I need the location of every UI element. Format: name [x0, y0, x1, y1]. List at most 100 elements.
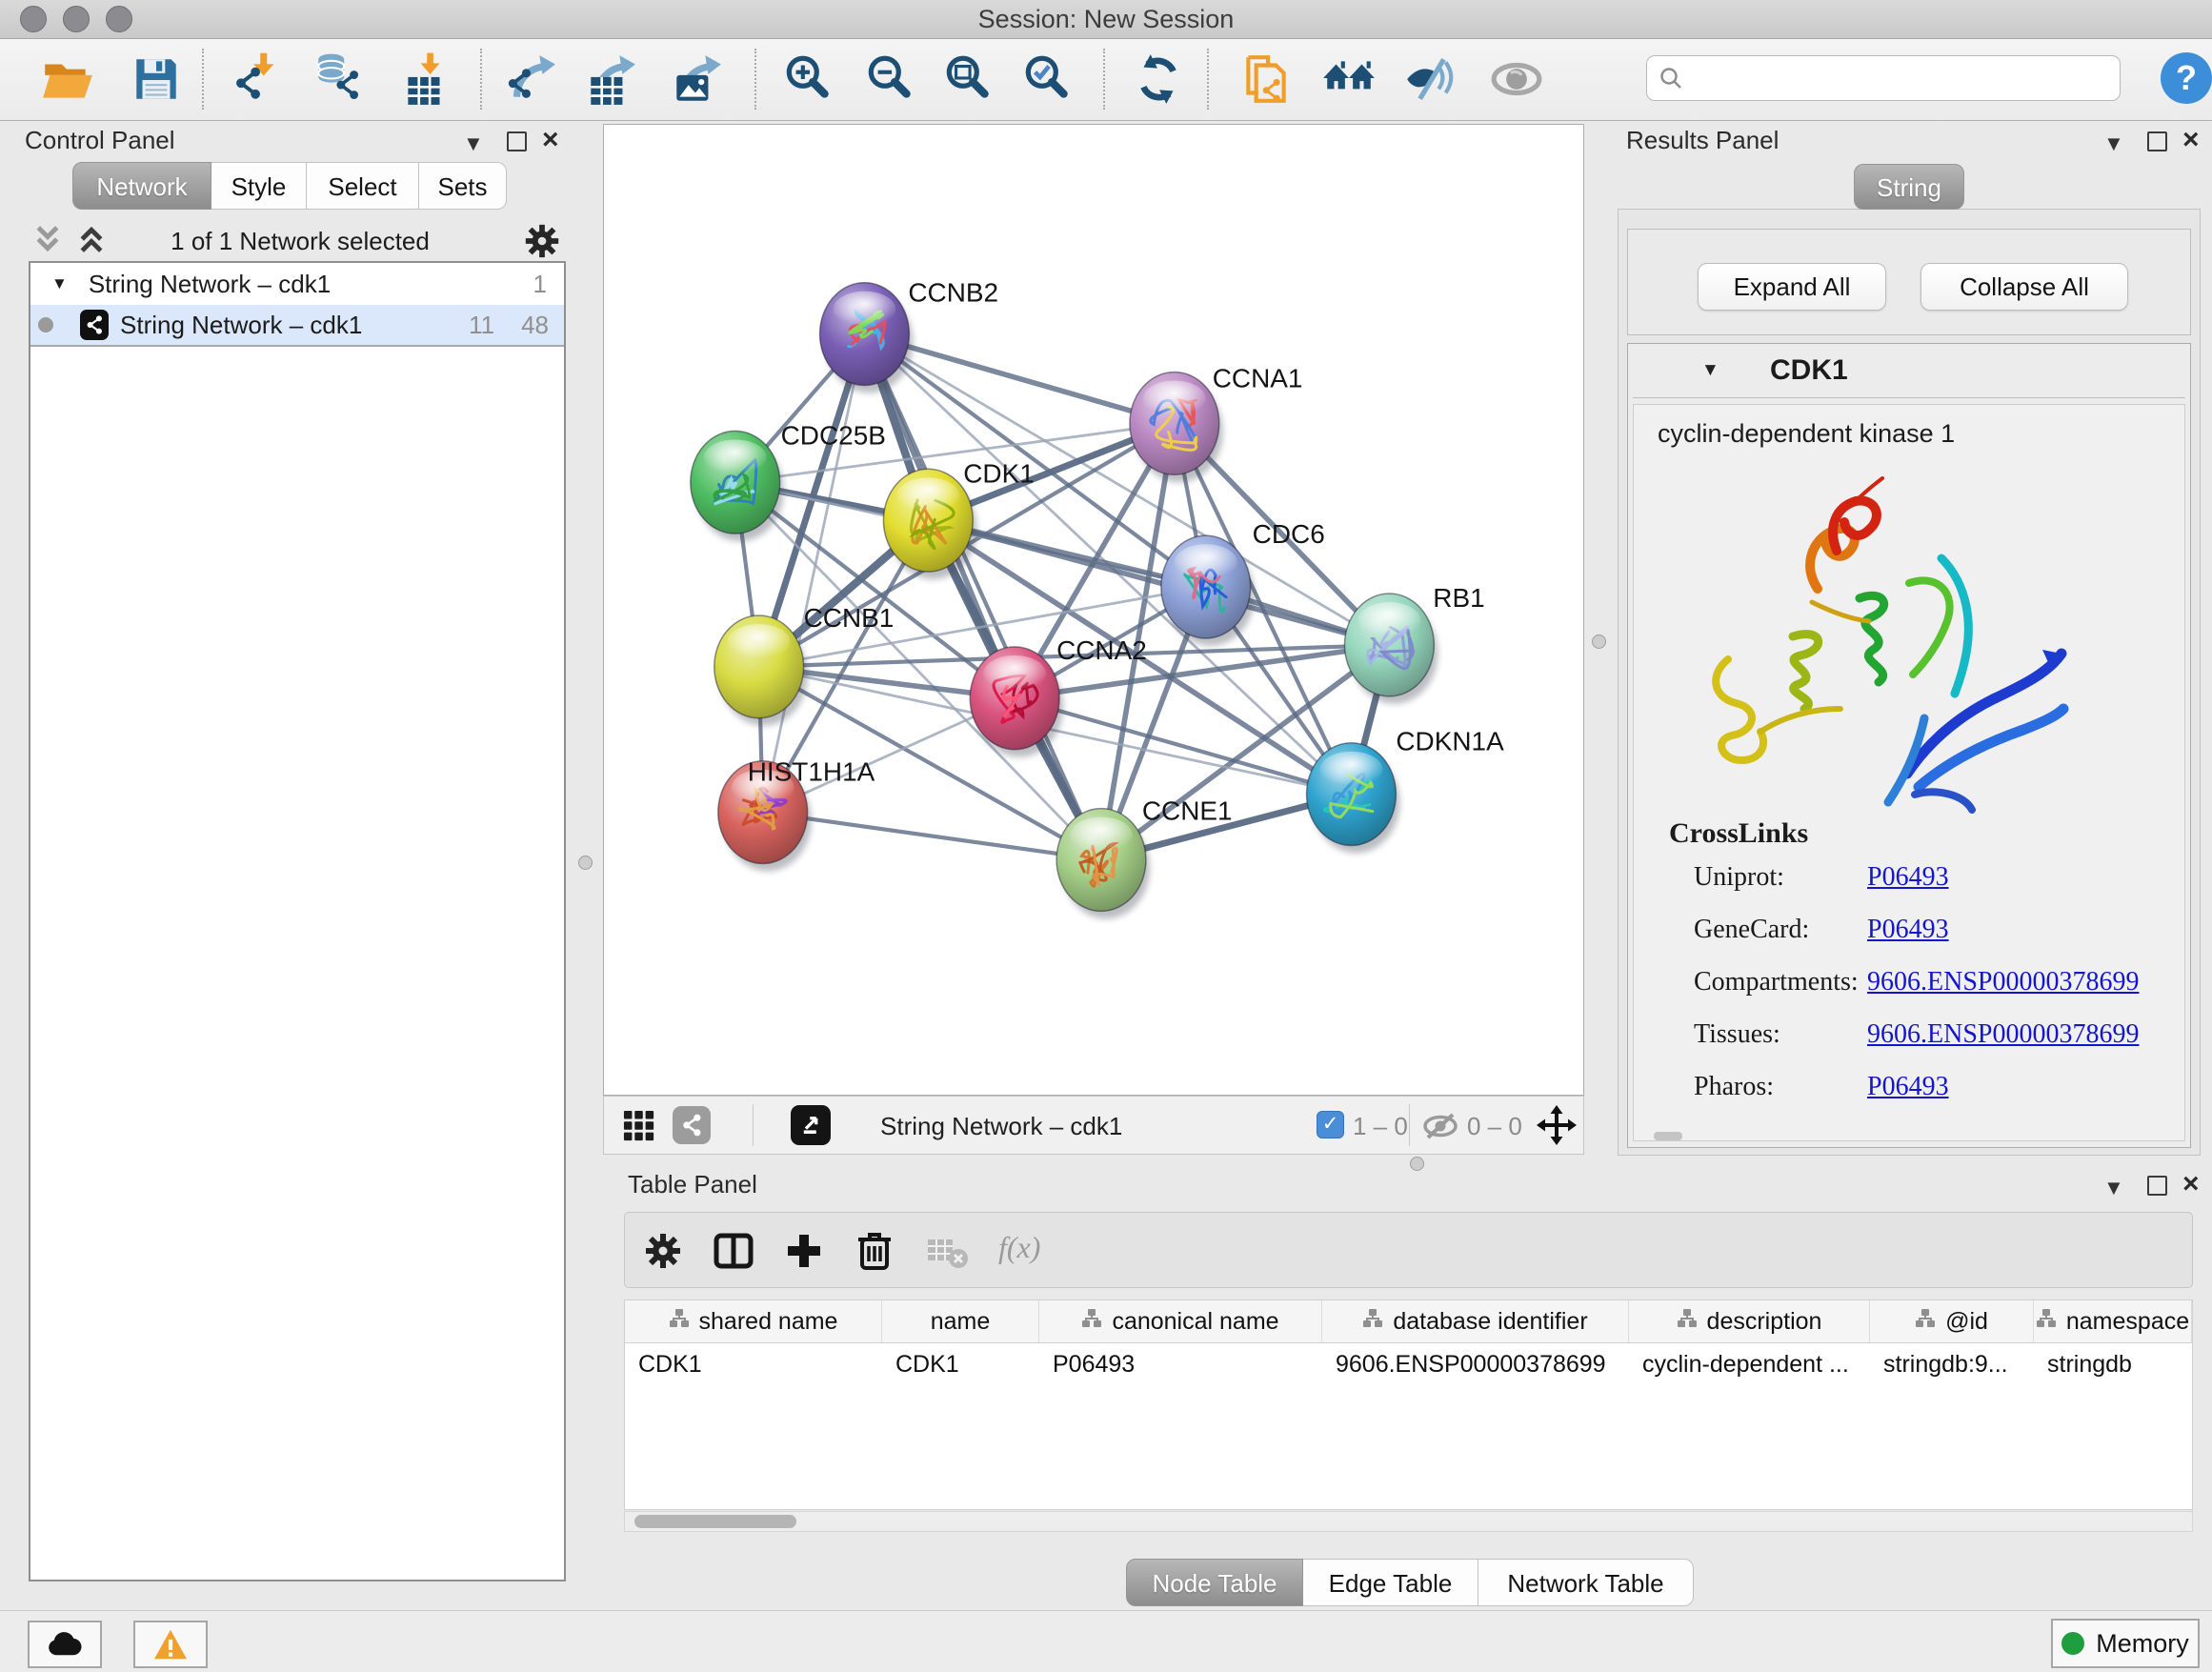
- add-column-icon[interactable]: [783, 1230, 825, 1277]
- column-header-shared-name[interactable]: shared name: [625, 1300, 882, 1342]
- network-options-gear-icon[interactable]: [522, 221, 562, 266]
- results-panel-menu-arrow-icon[interactable]: ▼: [2103, 133, 2124, 154]
- help-button[interactable]: ?: [2161, 52, 2212, 104]
- crosslink-link[interactable]: P06493: [1867, 915, 1949, 944]
- import-table-icon[interactable]: [398, 51, 453, 107]
- split-columns-icon[interactable]: [713, 1230, 754, 1277]
- collapse-all-networks-icon[interactable]: [32, 223, 63, 260]
- tab-string[interactable]: String: [1854, 164, 1964, 210]
- network-edge[interactable]: [763, 334, 865, 813]
- scrollbar-thumb[interactable]: [634, 1515, 796, 1528]
- warning-icon: [152, 1628, 189, 1661]
- table-cell[interactable]: cyclin-dependent ...: [1629, 1343, 1870, 1385]
- column-header-database-identifier[interactable]: database identifier: [1322, 1300, 1629, 1342]
- table-cell[interactable]: 9606.ENSP00000378699: [1322, 1343, 1629, 1385]
- network-node[interactable]: CCNE1: [1056, 796, 1233, 919]
- hide-panel-eye-icon[interactable]: [1403, 51, 1458, 107]
- network-edge[interactable]: [763, 813, 1101, 860]
- results-panel-float-icon[interactable]: [2147, 131, 2167, 151]
- tab-network[interactable]: Network: [72, 162, 211, 210]
- zoom-selected-icon[interactable]: [1019, 51, 1075, 107]
- column-header-name[interactable]: name: [882, 1300, 1039, 1342]
- table-cell[interactable]: CDK1: [625, 1343, 882, 1385]
- gene-section-arrow-icon[interactable]: ▼: [1701, 360, 1719, 381]
- zoom-out-icon[interactable]: [862, 51, 917, 107]
- control-panel-close-icon[interactable]: ×: [542, 128, 559, 152]
- bottom-splitter-handle[interactable]: [1410, 1157, 1424, 1171]
- zoom-fit-icon[interactable]: [940, 51, 995, 107]
- warning-status-button[interactable]: [133, 1621, 208, 1668]
- search-input[interactable]: [1683, 64, 2087, 92]
- birds-eye-view-icon[interactable]: [1536, 1104, 1578, 1151]
- network-edge[interactable]: [864, 334, 1101, 860]
- table-tabbar: Node Table Edge Table Network Table: [1126, 1559, 1694, 1606]
- memory-button[interactable]: Memory: [2051, 1619, 2200, 1668]
- table-cell[interactable]: CDK1: [882, 1343, 1039, 1385]
- show-panel-eye-icon[interactable]: [1489, 51, 1544, 107]
- tab-node-table[interactable]: Node Table: [1126, 1559, 1303, 1606]
- crosslink-link[interactable]: P06493: [1867, 862, 1949, 892]
- tab-network-table[interactable]: Network Table: [1478, 1559, 1694, 1606]
- expand-all-button[interactable]: Expand All: [1698, 263, 1886, 311]
- table-cell[interactable]: stringdb:9...: [1870, 1343, 2034, 1385]
- memory-status-dot-icon: [2061, 1632, 2084, 1655]
- tab-style[interactable]: Style: [211, 162, 307, 210]
- save-session-icon[interactable]: [129, 51, 184, 107]
- export-image-icon[interactable]: [669, 51, 724, 107]
- tab-sets[interactable]: Sets: [419, 162, 507, 210]
- network-status-dot-icon: [38, 317, 53, 332]
- scrollbar-thumb[interactable]: [1654, 1132, 1682, 1140]
- results-panel-close-icon[interactable]: ×: [2182, 128, 2200, 152]
- table-row[interactable]: CDK1CDK1P064939606.ENSP00000378699cyclin…: [625, 1343, 2192, 1385]
- right-splitter-handle[interactable]: [1592, 635, 1606, 649]
- tab-select[interactable]: Select: [307, 162, 419, 210]
- detach-view-icon[interactable]: [791, 1105, 831, 1145]
- crosslink-row: Pharos:P06493: [1694, 1072, 2170, 1110]
- import-network-file-icon[interactable]: [231, 51, 286, 107]
- table-cell[interactable]: stringdb: [2034, 1343, 2192, 1385]
- column-header--id[interactable]: @id: [1870, 1300, 2034, 1342]
- delete-column-trash-icon[interactable]: [854, 1228, 895, 1277]
- tree-expand-arrow-icon[interactable]: ▼: [51, 274, 68, 293]
- table-panel-float-icon[interactable]: [2147, 1176, 2167, 1196]
- cloud-status-button[interactable]: [28, 1621, 102, 1668]
- left-splitter-handle[interactable]: [578, 856, 593, 870]
- column-type-icon: [2036, 1308, 2057, 1336]
- network-node[interactable]: RB1: [1344, 583, 1484, 704]
- tab-edge-table[interactable]: Edge Table: [1303, 1559, 1478, 1606]
- table-horizontal-scrollbar[interactable]: [624, 1511, 2193, 1532]
- table-gear-icon[interactable]: [642, 1230, 684, 1277]
- network-collection-row[interactable]: ▼ String Network – cdk1 1: [30, 263, 564, 305]
- column-header-namespace[interactable]: namespace: [2034, 1300, 2192, 1342]
- network-node[interactable]: CDC6: [1161, 519, 1325, 646]
- selected-nodes-checkbox[interactable]: ✓: [1317, 1111, 1344, 1138]
- new-session-from-network-icon[interactable]: [1238, 51, 1294, 107]
- zoom-in-icon[interactable]: [780, 51, 835, 107]
- network-node[interactable]: CDKN1A: [1307, 727, 1505, 854]
- open-session-icon[interactable]: [39, 51, 94, 107]
- column-header-description[interactable]: description: [1629, 1300, 1870, 1342]
- grid-view-icon[interactable]: [623, 1110, 655, 1147]
- table-cell[interactable]: P06493: [1039, 1343, 1322, 1385]
- table-panel-close-icon[interactable]: ×: [2182, 1172, 2200, 1197]
- crosslink-link[interactable]: 9606.ENSP00000378699: [1867, 967, 2139, 997]
- column-header-canonical-name[interactable]: canonical name: [1039, 1300, 1322, 1342]
- network-row-selected[interactable]: String Network – cdk1 11 48: [30, 305, 564, 347]
- crosslink-link[interactable]: 9606.ENSP00000378699: [1867, 1019, 2139, 1049]
- control-panel-menu-arrow-icon[interactable]: ▼: [463, 133, 484, 154]
- network-view-share-icon[interactable]: [673, 1106, 711, 1144]
- search-field[interactable]: [1646, 55, 2121, 101]
- control-panel-float-icon[interactable]: [507, 131, 527, 151]
- home-icon[interactable]: [1321, 51, 1377, 107]
- table-panel-menu-arrow-icon[interactable]: ▼: [2103, 1178, 2124, 1199]
- import-network-database-icon[interactable]: [312, 51, 367, 107]
- collapse-all-button[interactable]: Collapse All: [1920, 263, 2128, 311]
- expand-all-networks-icon[interactable]: [76, 223, 107, 260]
- crosslink-link[interactable]: P06493: [1867, 1072, 1949, 1101]
- refresh-view-icon[interactable]: [1131, 51, 1186, 107]
- export-network-icon[interactable]: [503, 51, 558, 107]
- network-canvas[interactable]: CCNB2 CCNA1 CDC25B CDK1 CDC6 RB1 CCNB1: [603, 124, 1584, 1096]
- export-table-icon[interactable]: [583, 51, 638, 107]
- network-node[interactable]: HIST1H1A: [718, 757, 875, 872]
- hidden-eye-slash-icon: [1421, 1113, 1459, 1144]
